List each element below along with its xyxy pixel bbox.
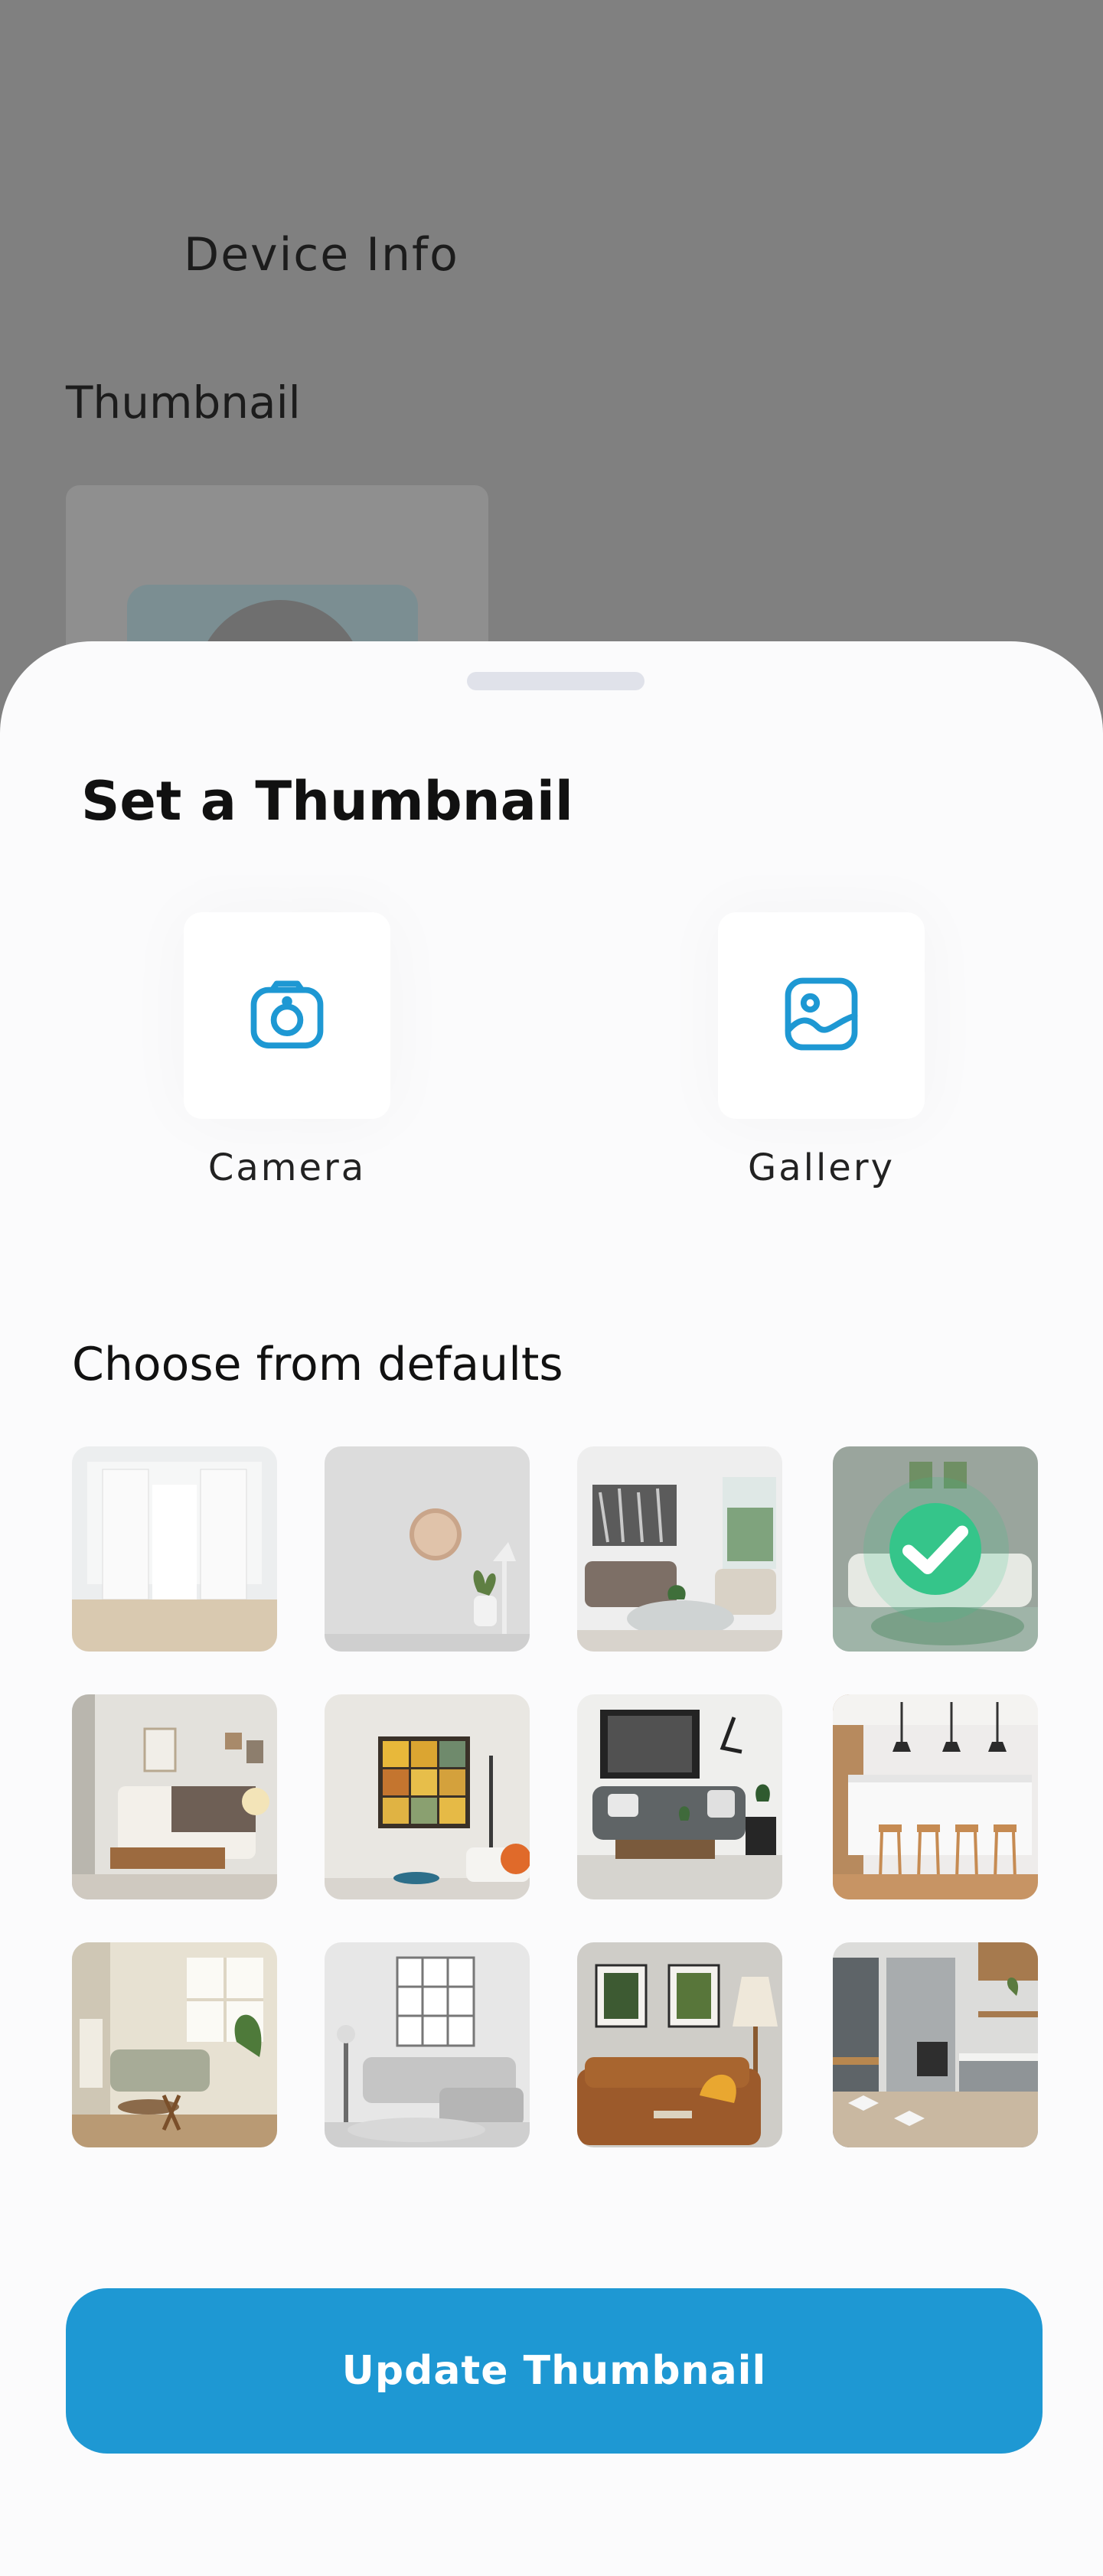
default-thumbnail-leather-sofa[interactable] — [577, 1942, 782, 2147]
defaults-section-title: Choose from defaults — [72, 1338, 563, 1391]
camera-option-label: Camera — [207, 1146, 367, 1189]
gallery-option-button[interactable] — [718, 912, 925, 1119]
thumbnail-bottom-sheet: Set a Thumbnail Camera Gallery Choose fr… — [0, 641, 1103, 2576]
default-thumbnail-living-room-art[interactable] — [577, 1446, 782, 1652]
default-thumbnail-gray-sectional[interactable] — [325, 1942, 530, 2147]
camera-option-button[interactable] — [184, 912, 390, 1119]
default-thumbnail-white-doors-room[interactable] — [72, 1446, 277, 1652]
default-thumbnail-green-living-room[interactable] — [833, 1446, 1038, 1652]
default-thumbnail-dark-sofa-room[interactable] — [577, 1694, 782, 1899]
default-thumbnail-yellow-art-room[interactable] — [325, 1694, 530, 1899]
default-thumbnail-wall-clock-plant[interactable] — [325, 1446, 530, 1652]
camera-icon — [243, 970, 331, 1061]
default-thumbnail-modern-kitchen[interactable] — [833, 1942, 1038, 2147]
default-thumbnails-grid — [72, 1446, 1038, 2147]
page-title: Device Info — [184, 228, 459, 282]
update-thumbnail-button[interactable]: Update Thumbnail — [66, 2288, 1043, 2454]
gallery-icon — [777, 970, 866, 1061]
gallery-option-label: Gallery — [748, 1146, 895, 1189]
default-thumbnail-sunny-living-room[interactable] — [72, 1942, 277, 2147]
default-thumbnail-bedroom[interactable] — [72, 1694, 277, 1899]
selected-check-icon — [889, 1503, 981, 1595]
sheet-title: Set a Thumbnail — [81, 770, 573, 833]
thumbnail-section-label: Thumbnail — [66, 377, 301, 429]
default-thumbnail-kitchen-stools[interactable] — [833, 1694, 1038, 1899]
sheet-drag-handle[interactable] — [467, 672, 645, 690]
